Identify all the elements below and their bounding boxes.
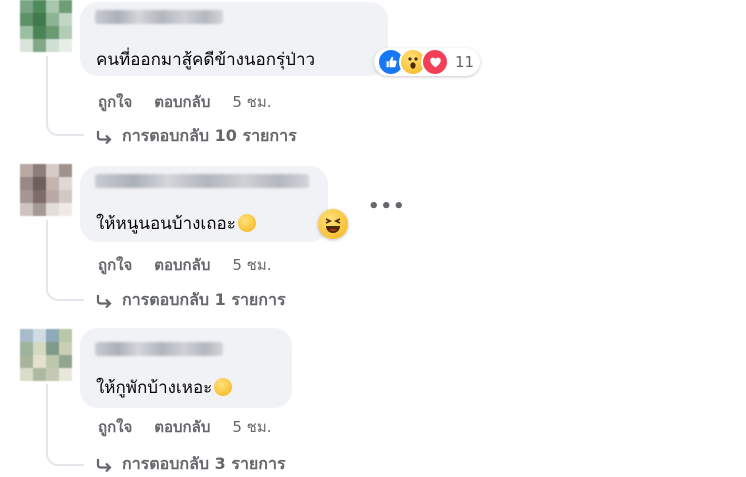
reaction-summary[interactable] <box>318 209 348 239</box>
thread-connector <box>46 220 84 301</box>
avatar-pixel <box>46 0 59 13</box>
reply-arrow-icon <box>96 458 112 472</box>
author-name-redacted[interactable] <box>95 10 223 24</box>
avatar-pixel <box>20 26 33 39</box>
comment-actions: ถูกใจ ตอบกลับ 5 ชม. <box>98 253 272 277</box>
replies-label: การตอบกลับ 3 รายการ <box>122 454 286 473</box>
tears-of-joy-emoji <box>214 378 233 396</box>
avatar-pixel <box>59 39 72 52</box>
reaction-summary[interactable]: 11 <box>374 48 481 76</box>
avatar-pixel <box>46 26 59 39</box>
comment-bubble: ให้หนูนอนบ้างเถอะ <box>80 166 328 242</box>
reply-button[interactable]: ตอบกลับ <box>154 90 210 114</box>
avatar-pixel <box>20 0 33 13</box>
reply-arrow-icon <box>96 294 112 308</box>
avatar-pixel <box>33 190 46 203</box>
avatar-pixel <box>20 355 33 368</box>
avatar-pixel <box>33 368 46 381</box>
replies-label: การตอบกลับ 1 รายการ <box>122 290 286 309</box>
comment-actions: ถูกใจ ตอบกลับ 5 ชม. <box>98 415 272 439</box>
reaction-count: 11 <box>455 53 475 71</box>
avatar-pixel <box>33 13 46 26</box>
comment-bubble: คนที่ออกมาสู้คดีข้างนอกรุ่ป่าว <box>80 2 388 76</box>
avatar-pixel <box>46 177 59 190</box>
thread-connector <box>46 56 84 136</box>
avatar-pixel <box>20 190 33 203</box>
avatar-pixel <box>46 368 59 381</box>
avatar-pixel <box>20 177 33 190</box>
avatar-pixel <box>33 177 46 190</box>
avatar-pixel <box>20 164 33 177</box>
avatar-pixel <box>59 342 72 355</box>
avatar-pixel <box>46 190 59 203</box>
author-name-redacted[interactable] <box>95 342 223 356</box>
avatar-pixel <box>20 13 33 26</box>
avatar[interactable] <box>20 164 72 216</box>
avatar-pixel <box>59 13 72 26</box>
view-replies-link[interactable]: การตอบกลับ 3 รายการ <box>96 452 286 477</box>
love-icon <box>421 48 449 76</box>
avatar-pixel <box>59 177 72 190</box>
like-button[interactable]: ถูกใจ <box>98 90 132 114</box>
avatar-pixel <box>46 39 59 52</box>
avatar-pixel <box>20 203 33 216</box>
avatar-pixel <box>59 355 72 368</box>
avatar-pixel <box>46 13 59 26</box>
avatar[interactable] <box>20 0 72 52</box>
avatar-pixel <box>59 26 72 39</box>
thread-connector <box>46 384 84 466</box>
author-name-redacted[interactable] <box>95 174 309 188</box>
timestamp[interactable]: 5 ชม. <box>232 415 271 439</box>
reply-arrow-icon <box>96 130 112 144</box>
avatar-pixel <box>33 355 46 368</box>
replies-label: การตอบกลับ 10 รายการ <box>122 126 297 145</box>
avatar-pixel <box>33 203 46 216</box>
view-replies-link[interactable]: การตอบกลับ 10 รายการ <box>96 124 297 149</box>
avatar-pixel <box>46 329 59 342</box>
avatar-pixel <box>59 190 72 203</box>
avatar-pixel <box>33 26 46 39</box>
avatar-pixel <box>33 164 46 177</box>
avatar-pixel <box>33 329 46 342</box>
comment-text: คนที่ออกมาสู้คดีข้างนอกรุ่ป่าว <box>96 50 316 70</box>
reply-button[interactable]: ตอบกลับ <box>154 415 210 439</box>
comment-bubble: ให้กูพักบ้างเหอะ <box>80 328 292 408</box>
avatar-pixel <box>59 329 72 342</box>
comment-text: ให้กูพักบ้างเหอะ <box>96 374 233 401</box>
avatar-pixel <box>33 342 46 355</box>
avatar-pixel <box>33 0 46 13</box>
view-replies-link[interactable]: การตอบกลับ 1 รายการ <box>96 288 286 313</box>
comment-text: ให้หนูนอนบ้างเถอะ <box>96 210 256 237</box>
avatar-pixel <box>20 39 33 52</box>
worried-face-emoji <box>237 214 256 232</box>
avatar-pixel <box>46 164 59 177</box>
avatar-pixel <box>33 39 46 52</box>
reply-button[interactable]: ตอบกลับ <box>154 253 210 277</box>
avatar-pixel <box>20 342 33 355</box>
comment-actions: ถูกใจ ตอบกลับ 5 ชม. <box>98 90 272 114</box>
avatar-pixel <box>20 368 33 381</box>
laughing-squint-icon <box>325 218 341 233</box>
avatar-pixel <box>46 342 59 355</box>
timestamp[interactable]: 5 ชม. <box>232 253 271 277</box>
like-button[interactable]: ถูกใจ <box>98 415 132 439</box>
avatar-pixel <box>20 329 33 342</box>
avatar-pixel <box>59 164 72 177</box>
avatar-pixel <box>59 368 72 381</box>
like-button[interactable]: ถูกใจ <box>98 253 132 277</box>
avatar-pixel <box>59 203 72 216</box>
avatar[interactable] <box>20 329 72 381</box>
more-options-icon[interactable]: ••• <box>368 196 406 217</box>
avatar-pixel <box>46 203 59 216</box>
avatar-pixel <box>59 0 72 13</box>
timestamp[interactable]: 5 ชม. <box>232 90 271 114</box>
avatar-pixel <box>46 355 59 368</box>
